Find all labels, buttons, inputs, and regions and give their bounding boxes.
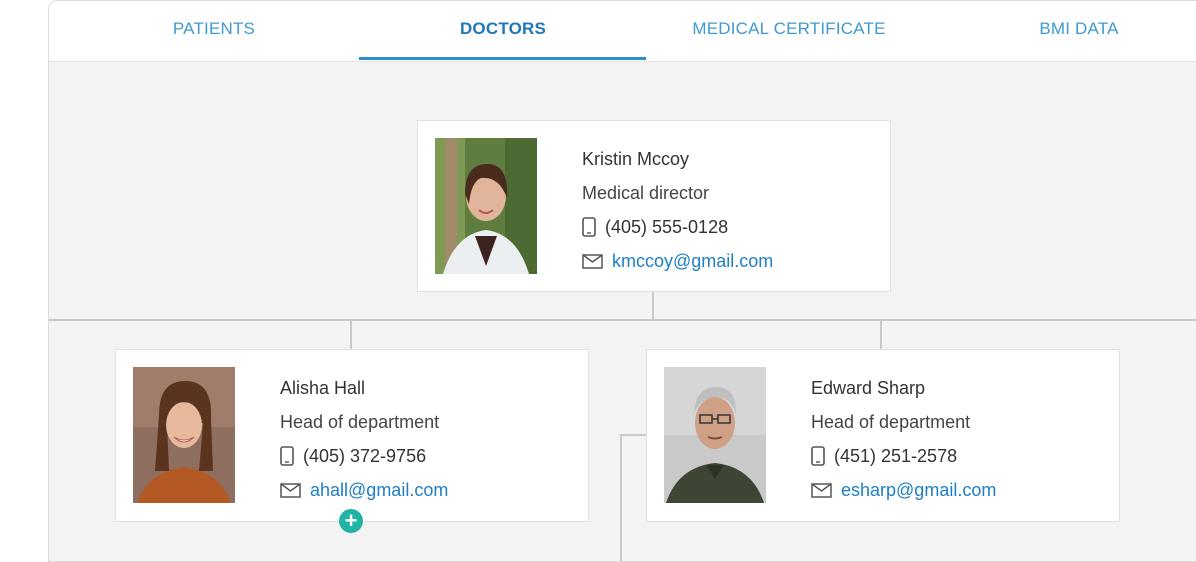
active-tab-indicator xyxy=(359,57,646,60)
doctor-photo xyxy=(664,367,766,503)
doctor-card[interactable]: Alisha Hall Head of department (405) 372… xyxy=(115,349,589,522)
doctor-phone-row: (451) 251-2578 xyxy=(811,439,996,473)
doctor-email-row: kmccoy@gmail.com xyxy=(582,244,773,278)
connector-line xyxy=(350,321,352,349)
tab-medical-certificate[interactable]: MEDICAL CERTIFICATE xyxy=(659,1,919,61)
doctor-phone-row: (405) 555-0128 xyxy=(582,210,773,244)
doctor-card[interactable]: Kristin Mccoy Medical director (405) 555… xyxy=(417,120,891,292)
doctor-info: Edward Sharp Head of department (451) 25… xyxy=(811,371,996,507)
doctor-name: Kristin Mccoy xyxy=(582,149,690,169)
tab-doctors[interactable]: DOCTORS xyxy=(409,1,597,61)
phone-icon xyxy=(280,446,294,466)
connector-line xyxy=(620,434,647,436)
doctor-email-row: esharp@gmail.com xyxy=(811,473,996,507)
mail-icon xyxy=(811,482,832,498)
doctor-email-link[interactable]: kmccoy@gmail.com xyxy=(612,244,773,278)
doctor-info: Alisha Hall Head of department (405) 372… xyxy=(280,371,448,507)
doctor-phone: (405) 555-0128 xyxy=(605,217,729,237)
doctor-info: Kristin Mccoy Medical director (405) 555… xyxy=(582,142,773,278)
doctor-email-row: ahall@gmail.com xyxy=(280,473,448,507)
org-chart-panel: PATIENTS DOCTORS MEDICAL CERTIFICATE BMI… xyxy=(48,0,1196,562)
doctor-role: Medical director xyxy=(582,183,710,203)
connector-line xyxy=(49,319,1196,321)
phone-icon xyxy=(582,217,596,237)
connector-line xyxy=(620,434,622,561)
mail-icon xyxy=(280,482,301,498)
doctor-photo xyxy=(435,138,537,274)
doctor-name: Alisha Hall xyxy=(280,378,366,398)
doctor-role: Head of department xyxy=(280,412,440,432)
tab-patients[interactable]: PATIENTS xyxy=(124,1,304,61)
doctor-phone: (405) 372-9756 xyxy=(303,446,427,466)
doctor-name: Edward Sharp xyxy=(811,378,926,398)
plus-circle-icon[interactable]: + xyxy=(339,509,363,533)
doctor-phone: (451) 251-2578 xyxy=(834,446,958,466)
mail-icon xyxy=(582,253,603,269)
doctor-card[interactable]: Edward Sharp Head of department (451) 25… xyxy=(646,349,1120,522)
connector-line xyxy=(880,321,882,349)
doctor-email-link[interactable]: esharp@gmail.com xyxy=(841,473,996,507)
doctor-role: Head of department xyxy=(811,412,971,432)
connector-line xyxy=(652,291,654,321)
tab-bar: PATIENTS DOCTORS MEDICAL CERTIFICATE BMI… xyxy=(49,1,1196,62)
tab-bmi-data[interactable]: BMI DATA xyxy=(999,1,1159,61)
doctor-email-link[interactable]: ahall@gmail.com xyxy=(310,473,448,507)
doctor-photo xyxy=(133,367,235,503)
doctor-phone-row: (405) 372-9756 xyxy=(280,439,448,473)
phone-icon xyxy=(811,446,825,466)
